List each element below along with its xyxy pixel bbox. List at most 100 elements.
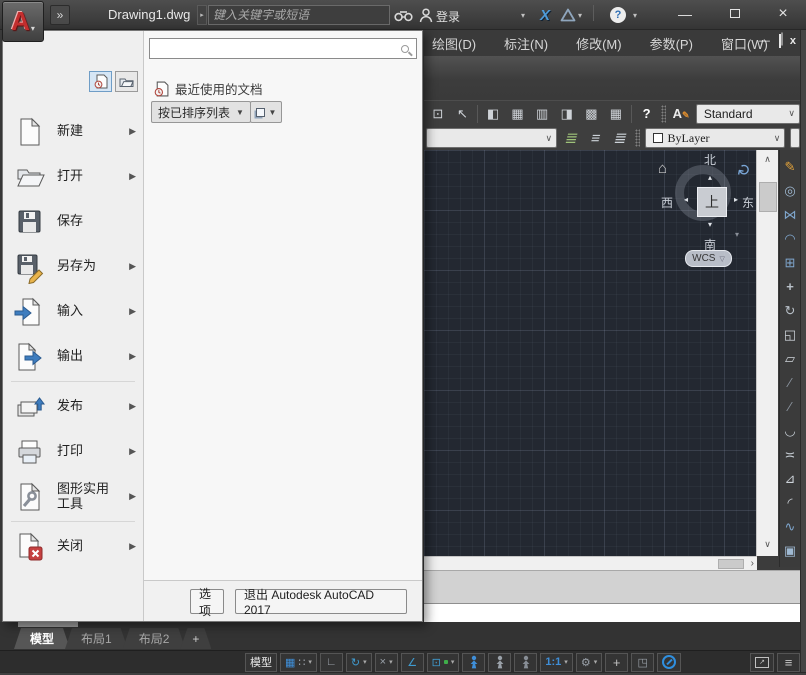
customize-menu-button[interactable]: ≡ (777, 653, 800, 672)
tab-layout1[interactable]: 布局1 (65, 628, 128, 649)
layer-previous-icon[interactable]: ≡ (584, 130, 607, 147)
move-icon[interactable]: + (780, 275, 800, 299)
close-button[interactable]: × (770, 4, 796, 24)
doc-close-button[interactable]: x (790, 35, 796, 47)
appmenu-item-close[interactable]: 关闭▶ (3, 524, 143, 569)
isolate-objects-button[interactable]: ◳ (631, 653, 654, 672)
annotation-scale-button[interactable]: 1:1 ▾ (540, 653, 572, 672)
chamfer-icon[interactable]: ⊿ (780, 467, 800, 491)
appmenu-item-export[interactable]: 输出▶ (3, 334, 143, 379)
display-mode-dropdown[interactable]: ▼ (250, 101, 282, 123)
viewcube-west[interactable]: 西 (661, 194, 673, 211)
viewcube-north[interactable]: 北 (704, 151, 716, 168)
extend-icon[interactable]: ∕ (780, 395, 800, 419)
tab-model[interactable]: 模型 (14, 628, 70, 649)
viewcube-east[interactable]: 东 (742, 194, 754, 211)
tab-layout2[interactable]: 布局2 (123, 628, 186, 649)
a360-dropdown-icon[interactable]: ▾ (578, 5, 582, 25)
color-combo[interactable]: ByLayer ∨ (645, 128, 786, 148)
annotation-autoscale-button[interactable] (488, 653, 511, 672)
workspace-switching-button[interactable]: ⚙ ▾ (576, 653, 602, 672)
horizontal-scrollbar[interactable]: › (424, 556, 757, 570)
linetype-combo-partial[interactable] (790, 128, 800, 148)
layer-properties-icon[interactable]: ≣ (560, 129, 584, 147)
viewcube-top-face[interactable]: 上 (697, 187, 727, 217)
object-snap-button[interactable]: ⊡ ▾ (427, 653, 460, 672)
trim-icon[interactable]: ∕ (780, 371, 800, 395)
appmenu-item-saveas[interactable]: 另存为▶ (3, 244, 143, 289)
scroll-down-icon[interactable]: ∨ (757, 539, 778, 550)
help-search-input[interactable] (208, 5, 390, 25)
clean-screen-button[interactable]: ↗ (750, 653, 774, 672)
markup-set-manager-icon[interactable]: ▩ (582, 104, 602, 124)
appmenu-item-save[interactable]: 保存 (3, 199, 143, 244)
scale-icon[interactable]: ◱ (780, 323, 800, 347)
graphics-performance-button[interactable] (657, 653, 681, 672)
viewcube-orbit-icon[interactable]: ↻ (734, 162, 756, 179)
viewcube-home-icon[interactable]: ⌂ (658, 160, 667, 177)
drawing-canvas[interactable]: ⌂ ↻ 北 南 西 东 ▴ ▾ ◂ ▸ 上 ▾ WCS▽ (424, 150, 756, 556)
appmenu-item-import[interactable]: 输入▶ (3, 289, 143, 334)
a360-icon[interactable] (560, 5, 576, 25)
scroll-right-icon[interactable]: › (751, 558, 754, 569)
appmenu-item-print[interactable]: 打印▶ (3, 429, 143, 474)
scroll-up-icon[interactable]: ∧ (757, 154, 778, 165)
layer-states-icon[interactable]: ≣ (608, 129, 632, 147)
customization-plus-button[interactable]: + (605, 653, 628, 672)
properties-palette-icon[interactable]: ◧ (483, 104, 503, 124)
text-style-combo[interactable]: Standard ∨ (696, 104, 800, 124)
viewcube-right-arrow-icon[interactable]: ▸ (734, 195, 738, 204)
viewcube-left-arrow-icon[interactable]: ◂ (684, 195, 688, 204)
open-documents-toggle[interactable] (115, 71, 138, 92)
menu-modify[interactable]: 修改(M) (576, 34, 622, 53)
sort-order-dropdown[interactable]: 按已排序列表 ▼ (151, 101, 251, 123)
vertical-scroll-thumb[interactable] (759, 182, 777, 212)
blend-curves-icon[interactable]: ∿ (780, 515, 800, 539)
grid-snap-button[interactable]: ▦ ∷ ▾ (280, 653, 317, 672)
help-dropdown-icon[interactable]: ▾ (633, 5, 637, 25)
viewcube-menu-icon[interactable]: ▾ (735, 230, 739, 239)
exit-button[interactable]: 退出 Autodesk AutoCAD 2017 (235, 589, 407, 614)
toolbar-grip[interactable] (661, 105, 666, 123)
magnifier-icon[interactable] (401, 45, 409, 53)
erase-icon[interactable]: ✎ (780, 155, 800, 179)
menu-draw[interactable]: 绘图(D) (432, 34, 476, 53)
polar-tracking-button[interactable]: ↻ ▾ (346, 653, 372, 672)
command-input-line[interactable] (424, 603, 800, 624)
menu-parametric[interactable]: 参数(P) (650, 34, 693, 53)
appmenu-item-new[interactable]: 新建▶ (3, 109, 143, 154)
viewcube-up-arrow-icon[interactable]: ▴ (708, 173, 712, 182)
fillet-icon[interactable]: ◜ (780, 491, 800, 515)
vertical-scrollbar[interactable]: ∧ ∨ (756, 150, 778, 556)
text-style-icon[interactable]: A✎ (671, 104, 691, 124)
viewcube-down-arrow-icon[interactable]: ▾ (708, 220, 712, 229)
rotate-icon[interactable]: ↻ (780, 299, 800, 323)
sheet-set-manager-icon[interactable]: ◨ (557, 104, 577, 124)
search-binoculars-icon[interactable] (394, 5, 413, 25)
recent-documents-toggle[interactable] (89, 71, 112, 92)
application-menu-button[interactable]: A ▾ (2, 1, 44, 42)
break-icon[interactable]: ◡ (780, 419, 800, 443)
layer-combo[interactable]: ∨ (426, 128, 557, 148)
horizontal-scroll-thumb[interactable] (718, 559, 744, 569)
model-space-button[interactable]: 模型 (245, 653, 277, 672)
options-button[interactable]: 选项 (190, 589, 224, 614)
search-expand-button[interactable]: ▸ (197, 5, 207, 25)
offset-icon[interactable]: ◠ (780, 227, 800, 251)
annotation-visibility-button[interactable] (462, 653, 485, 672)
quickcalc-icon[interactable]: ▦ (606, 104, 626, 124)
appmenu-item-open[interactable]: 打开▶ (3, 154, 143, 199)
doc-restore-button[interactable] (779, 35, 781, 47)
help-icon[interactable]: ? (610, 5, 626, 25)
maximize-button[interactable] (722, 4, 748, 24)
appmenu-item-drawing-utilities[interactable]: 图形实用工具▶ (3, 474, 143, 519)
stretch-icon[interactable]: ▱ (780, 347, 800, 371)
selection-window-icon[interactable]: ⊡ (428, 104, 448, 124)
exchange-apps-icon[interactable]: X (540, 5, 550, 25)
annotation-scale-sync-button[interactable] (514, 653, 537, 672)
menu-dimension[interactable]: 标注(N) (504, 34, 548, 53)
appmenu-item-publish[interactable]: 发布▶ (3, 384, 143, 429)
signin-button[interactable]: 登录 (436, 8, 460, 25)
array-icon[interactable]: ⊞ (780, 251, 800, 275)
properties-toolbar-grip[interactable] (635, 129, 640, 147)
